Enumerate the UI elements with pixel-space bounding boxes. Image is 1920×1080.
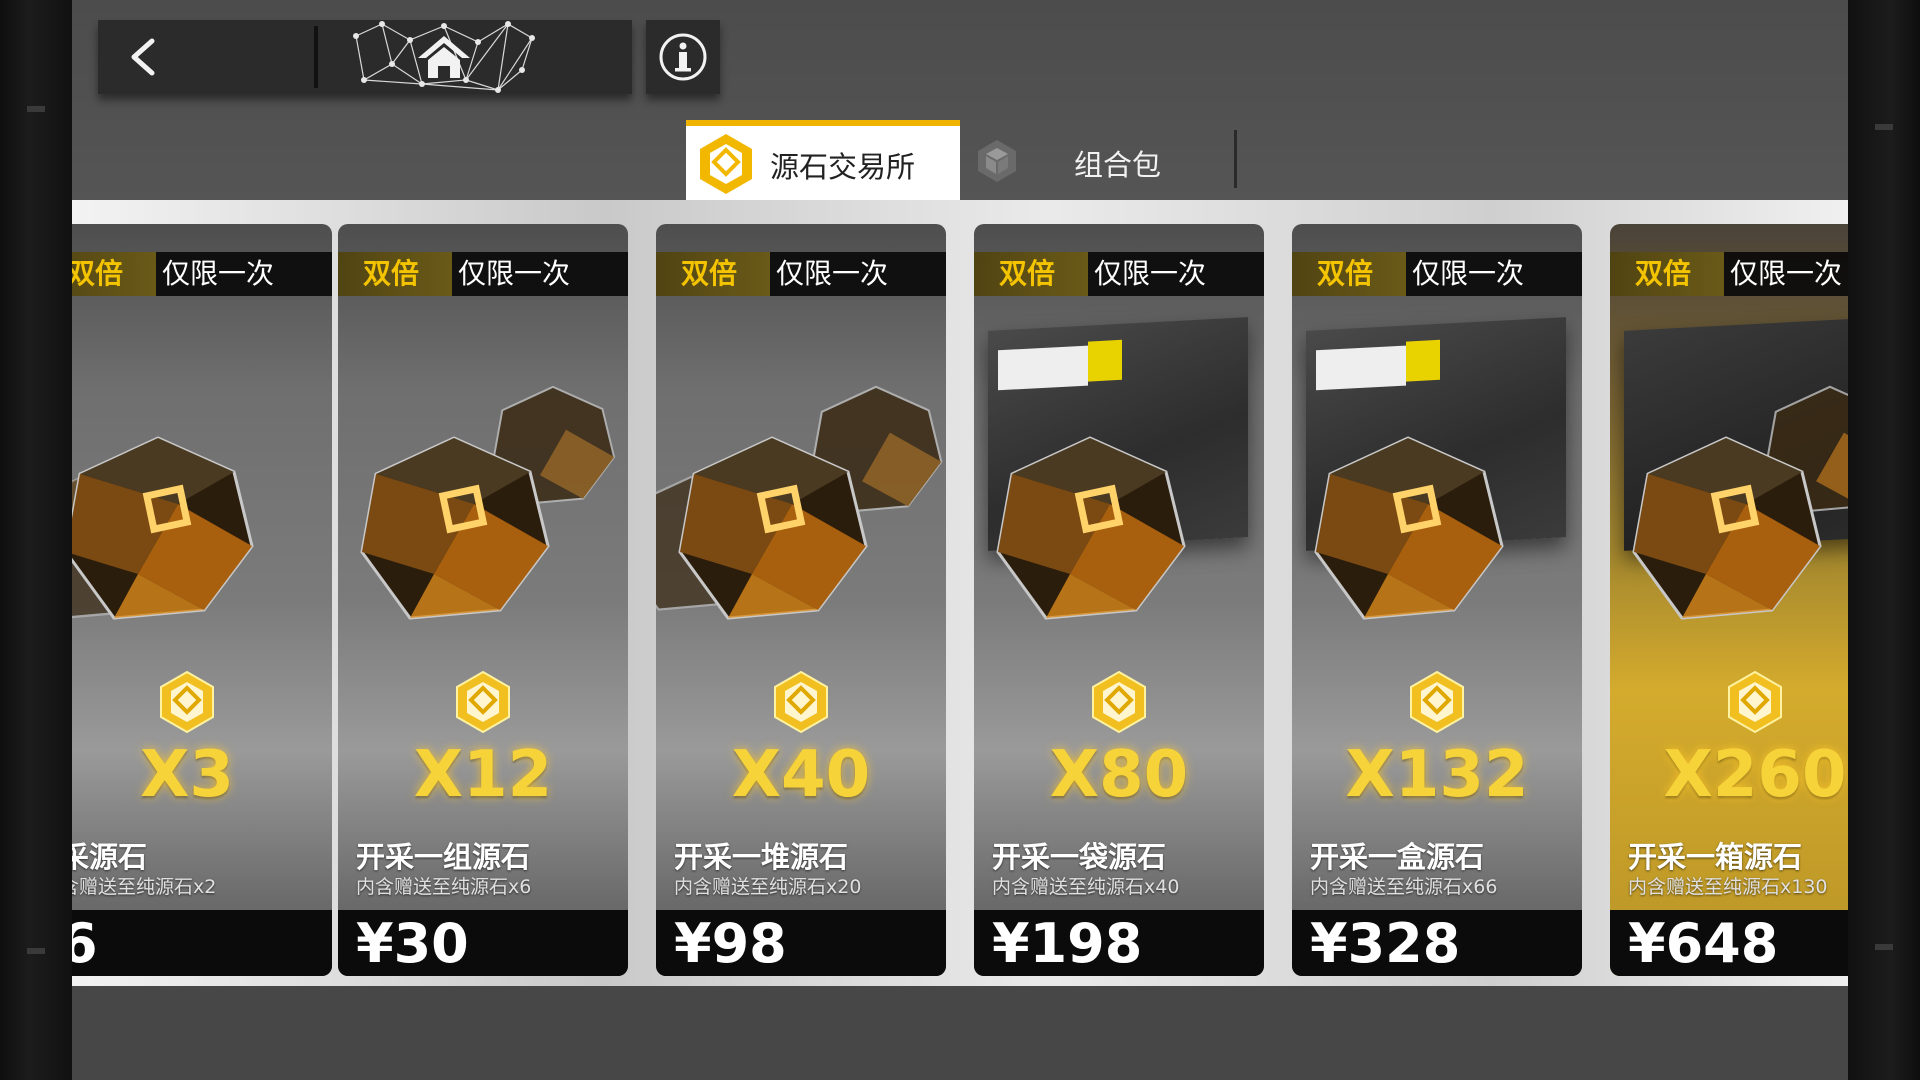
originite-amount: X260 xyxy=(1663,738,1847,812)
tab-bundle[interactable]: 组合包 xyxy=(960,124,1236,200)
price-label: ¥648 xyxy=(1628,912,1779,975)
originite-small-icon xyxy=(774,670,828,734)
originite-amount: X3 xyxy=(140,738,234,812)
limit-once-label: 仅限一次 xyxy=(458,257,571,290)
price-label: ¥328 xyxy=(1310,912,1461,975)
box-label xyxy=(1088,339,1122,382)
price-bar: ¥98 xyxy=(656,910,946,976)
home-icon xyxy=(418,36,470,78)
promo-ribbon: 双倍 仅限一次 xyxy=(974,252,1264,296)
product-card[interactable]: 双倍 仅限一次 X260 开采一箱源石 内含赠送至纯源石x130 ¥648 xyxy=(1610,224,1848,976)
promo-ribbon: 双倍 仅限一次 xyxy=(656,252,946,296)
originite-amount: X80 xyxy=(1049,738,1189,812)
originite-amount: X40 xyxy=(731,738,871,812)
box-label xyxy=(998,345,1088,391)
bezel-marker xyxy=(27,948,45,954)
bottom-bar xyxy=(72,986,1848,1080)
limit-once-label: 仅限一次 xyxy=(1412,257,1525,290)
price-bar: ¥198 xyxy=(974,910,1264,976)
bonus-text: 内含赠送至纯源石x6 xyxy=(356,876,532,898)
bezel-marker xyxy=(27,106,45,112)
price-label: ¥30 xyxy=(356,912,469,975)
originite-icon xyxy=(700,134,752,194)
bundle-icon xyxy=(978,140,1016,182)
price-bar: ¥648 xyxy=(1610,910,1848,976)
product-card[interactable]: 双倍 仅限一次 X40 开采一堆源石 内含赠送至纯源石x20 ¥98 xyxy=(656,224,946,976)
originite-crystal-icon xyxy=(1314,436,1504,620)
double-badge: 双倍 xyxy=(974,252,1088,296)
info-icon xyxy=(659,33,707,81)
info-button[interactable] xyxy=(646,20,720,94)
right-bezel xyxy=(1848,0,1920,1080)
chevron-left-icon xyxy=(131,38,155,76)
double-badge: 双倍 xyxy=(1292,252,1406,296)
limit-once-label: 仅限一次 xyxy=(162,257,275,290)
originite-amount: X132 xyxy=(1345,738,1529,812)
price-bar: ¥30 xyxy=(338,910,628,976)
product-card[interactable]: 双倍 仅限一次 X80 开采一袋源石 内含赠送至纯源石x40 ¥198 xyxy=(974,224,1264,976)
product-name: 开采一袋源石 xyxy=(992,840,1167,874)
price-label: 6 xyxy=(72,912,98,975)
product-card[interactable]: 双倍 仅限一次 X3 采源石 含赠送至纯源石x2 6 xyxy=(72,224,332,976)
limit-once-label: 仅限一次 xyxy=(776,257,889,290)
bonus-text: 内含赠送至纯源石x40 xyxy=(992,876,1180,898)
tab-label: 组合包 xyxy=(1074,148,1162,182)
price-bar: 6 xyxy=(72,910,332,976)
originite-small-icon xyxy=(1728,670,1782,734)
originite-amount: X12 xyxy=(413,738,553,812)
price-label: ¥198 xyxy=(992,912,1143,975)
product-strip: 双倍 仅限一次 X3 采源石 含赠送至纯源石x2 6 双倍 仅限一次 X12 开… xyxy=(72,200,1848,986)
bezel-marker xyxy=(1875,124,1893,130)
left-bezel xyxy=(0,0,72,1080)
double-badge: 双倍 xyxy=(338,252,452,296)
promo-ribbon: 双倍 仅限一次 xyxy=(1292,252,1582,296)
originite-crystal-icon xyxy=(678,436,868,620)
originite-crystal-icon xyxy=(72,436,254,620)
back-button[interactable] xyxy=(98,20,314,94)
originite-small-icon xyxy=(160,670,214,734)
tab-label: 源石交易所 xyxy=(770,150,916,184)
double-badge: 双倍 xyxy=(72,252,156,296)
bonus-text: 含赠送至纯源石x2 xyxy=(72,876,217,898)
promo-ribbon: 双倍 仅限一次 xyxy=(338,252,628,296)
limit-once-label: 仅限一次 xyxy=(1094,257,1207,290)
double-badge: 双倍 xyxy=(656,252,770,296)
promo-ribbon: 双倍 仅限一次 xyxy=(72,252,332,296)
product-card[interactable]: 双倍 仅限一次 X12 开采一组源石 内含赠送至纯源石x6 ¥30 xyxy=(338,224,628,976)
product-name: 采源石 xyxy=(72,840,148,874)
double-badge: 双倍 xyxy=(1610,252,1724,296)
product-name: 开采一组源石 xyxy=(356,840,531,874)
originite-crystal-icon xyxy=(360,436,550,620)
box-label xyxy=(1316,345,1406,391)
bonus-text: 内含赠送至纯源石x20 xyxy=(674,876,862,898)
product-name: 开采一堆源石 xyxy=(674,840,849,874)
price-bar: ¥328 xyxy=(1292,910,1582,976)
promo-ribbon: 双倍 仅限一次 xyxy=(1610,252,1848,296)
limit-once-label: 仅限一次 xyxy=(1730,257,1843,290)
bonus-text: 内含赠送至纯源石x66 xyxy=(1310,876,1498,898)
originite-small-icon xyxy=(1092,670,1146,734)
bonus-text: 内含赠送至纯源石x130 xyxy=(1628,876,1828,898)
home-button[interactable] xyxy=(334,20,554,94)
price-label: ¥98 xyxy=(674,912,787,975)
nav-bar xyxy=(98,20,632,94)
originite-crystal-icon xyxy=(996,436,1186,620)
product-name: 开采一箱源石 xyxy=(1628,840,1803,874)
tab-originite-exchange[interactable]: 源石交易所 xyxy=(686,120,960,200)
box-label xyxy=(1406,339,1440,382)
product-name: 开采一盒源石 xyxy=(1310,840,1485,874)
originite-small-icon xyxy=(456,670,510,734)
bezel-marker xyxy=(1875,944,1893,950)
originite-small-icon xyxy=(1410,670,1464,734)
originite-crystal-icon xyxy=(1632,436,1822,620)
product-card[interactable]: 双倍 仅限一次 X132 开采一盒源石 内含赠送至纯源石x66 ¥328 xyxy=(1292,224,1582,976)
tab-separator xyxy=(1234,130,1237,188)
nav-divider xyxy=(314,26,318,88)
